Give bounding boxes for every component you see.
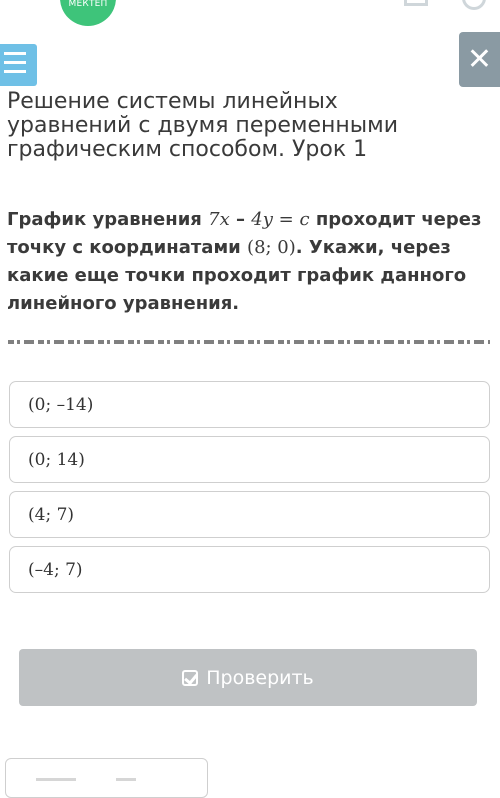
- answer-option-3[interactable]: (4; 7): [9, 491, 490, 538]
- answer-options: (0; –14) (0; 14) (4; 7) (–4; 7): [9, 381, 490, 601]
- back-button[interactable]: [5, 758, 208, 798]
- question-divider: [8, 340, 490, 344]
- eq-7x: 7x: [208, 209, 230, 230]
- question-text: График уравнения 7x – 4y = c проходит че…: [7, 209, 482, 314]
- mektep-logo[interactable]: МЕКТЕП: [60, 0, 116, 26]
- checkbox-icon: [182, 669, 199, 686]
- top-menu-icon[interactable]: [0, 0, 36, 10]
- answer-option-2[interactable]: (0; 14): [9, 436, 490, 483]
- eq-4y: 4y: [251, 209, 273, 230]
- top-bar: МЕКТЕП: [0, 0, 500, 30]
- check-button-label: Проверить: [206, 666, 314, 689]
- hamburger-icon: [4, 52, 26, 55]
- globe-icon[interactable]: [462, 0, 486, 10]
- close-button[interactable]: ✕: [459, 32, 500, 87]
- lesson-title: Решение системы линейных уравнений с дву…: [7, 89, 399, 162]
- answer-option-4[interactable]: (–4; 7): [9, 546, 490, 593]
- answer-option-1[interactable]: (0; –14): [9, 381, 490, 428]
- grid-icon[interactable]: [404, 0, 428, 6]
- eq-c: c: [299, 209, 310, 230]
- check-button[interactable]: Проверить: [19, 649, 477, 706]
- close-icon: ✕: [466, 42, 493, 77]
- point-coordinates: (8; 0): [247, 237, 296, 258]
- menu-button[interactable]: [0, 44, 37, 86]
